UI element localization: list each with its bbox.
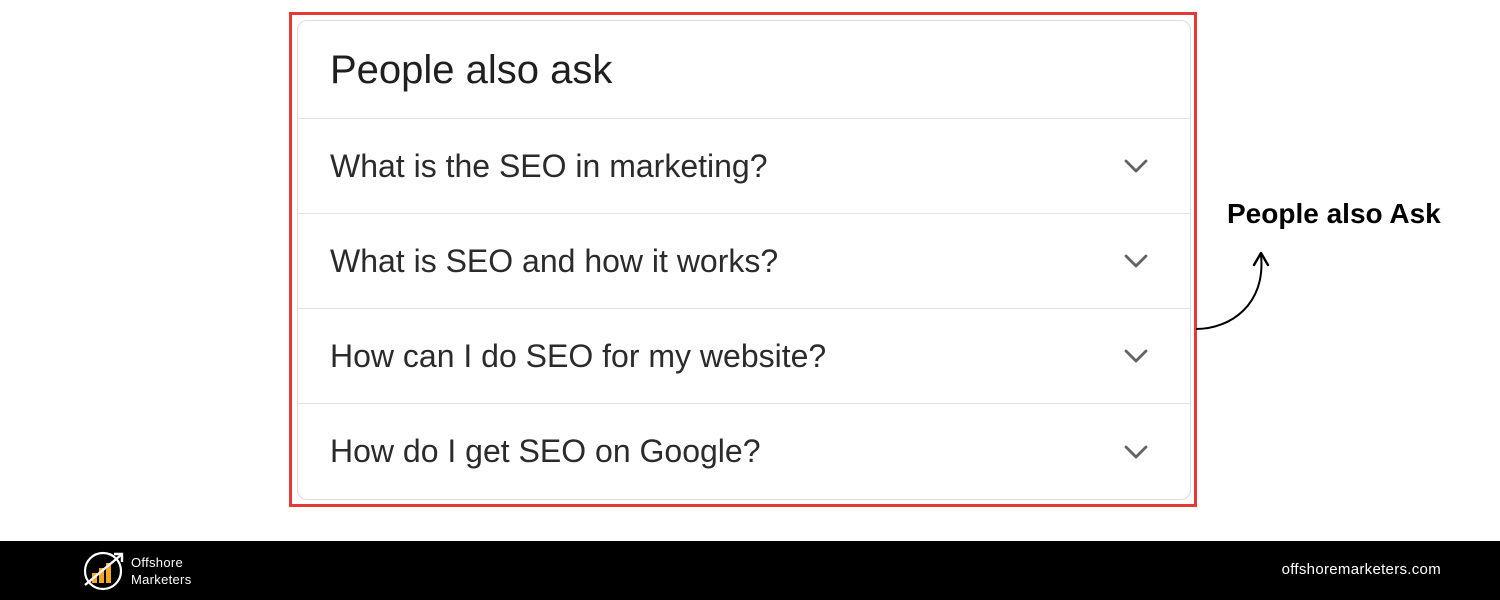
question-text: What is the SEO in marketing? (330, 147, 768, 184)
annotation-label: People also Ask (1227, 198, 1441, 229)
footer-bar: Offshore Marketers offshoremarketers.com (0, 541, 1500, 600)
question-text: How do I get SEO on Google? (330, 433, 761, 469)
brand-name-line2: Marketers (131, 572, 192, 587)
paa-title: People also ask (330, 48, 613, 92)
brand-name: Offshore Marketers (131, 554, 192, 588)
paa-header: People also ask (298, 21, 1190, 119)
question-row[interactable]: How do I get SEO on Google? (298, 404, 1190, 499)
question-text: What is SEO and how it works? (330, 242, 779, 279)
question-row[interactable]: What is the SEO in marketing? (298, 119, 1190, 214)
site-url[interactable]: offshoremarketers.com (1282, 561, 1441, 578)
chevron-down-icon (1124, 254, 1148, 268)
people-also-ask-panel: People also ask What is the SEO in marke… (297, 20, 1191, 500)
highlight-frame: People also ask What is the SEO in marke… (289, 12, 1197, 507)
question-text: How can I do SEO for my website? (330, 337, 827, 374)
question-row[interactable]: What is SEO and how it works? (298, 214, 1190, 309)
offshore-marketers-logo (83, 551, 124, 591)
chevron-down-icon (1124, 159, 1148, 173)
chevron-down-icon (1124, 445, 1148, 458)
chevron-down-icon (1124, 349, 1148, 363)
curved-arrow-icon (1195, 251, 1270, 330)
brand-name-line1: Offshore (131, 555, 184, 570)
question-row[interactable]: How can I do SEO for my website? (298, 309, 1190, 404)
